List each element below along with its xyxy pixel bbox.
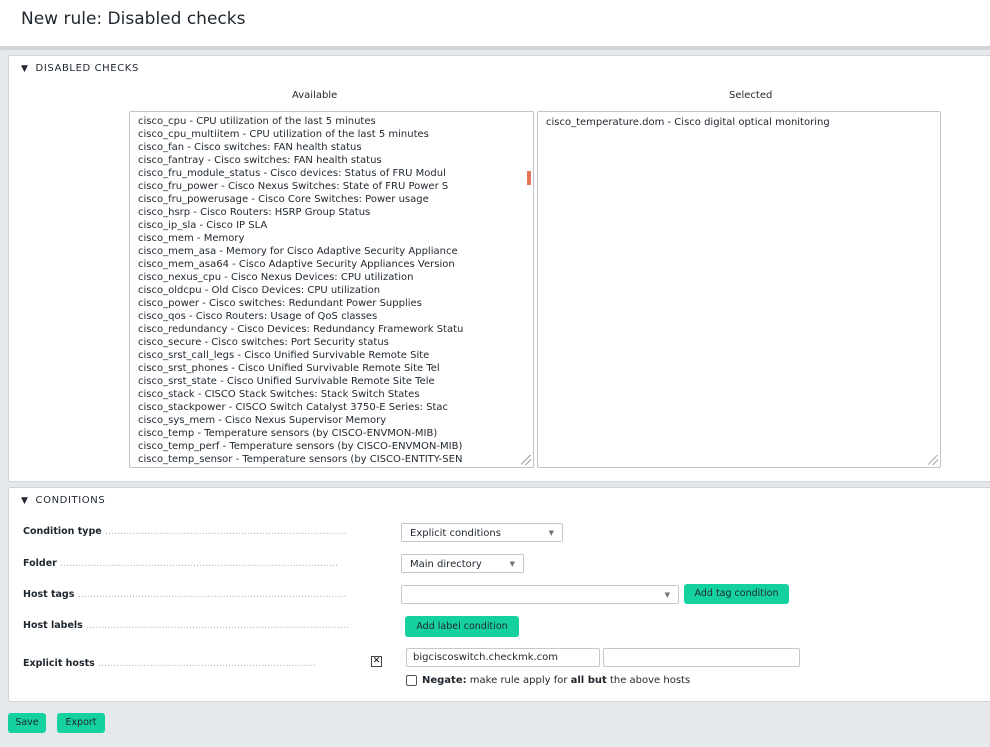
- condition-type-select[interactable]: Explicit conditions ▼: [401, 523, 563, 542]
- add-label-condition-button[interactable]: Add label condition: [405, 616, 519, 637]
- list-item[interactable]: cisco_qos - Cisco Routers: Usage of QoS …: [130, 310, 533, 323]
- chevron-down-icon: ▼: [548, 529, 554, 537]
- list-item[interactable]: cisco_fru_power - Cisco Nexus Switches: …: [130, 180, 533, 193]
- conditions-toggle[interactable]: ▼ CONDITIONS: [21, 495, 105, 506]
- chevron-down-icon: ▼: [509, 560, 515, 568]
- available-label: Available: [292, 90, 338, 101]
- list-item[interactable]: cisco_temp_perf - Temperature sensors (b…: [130, 440, 533, 453]
- list-item[interactable]: cisco_redundancy - Cisco Devices: Redund…: [130, 323, 533, 336]
- save-button[interactable]: Save: [8, 713, 46, 733]
- list-item[interactable]: cisco_srst_phones - Cisco Unified Surviv…: [130, 362, 533, 375]
- list-item[interactable]: cisco_mem_asa64 - Cisco Adaptive Securit…: [130, 258, 533, 271]
- list-item[interactable]: cisco_sys_mem - Cisco Nexus Supervisor M…: [130, 414, 533, 427]
- resize-handle-icon[interactable]: [928, 455, 938, 465]
- selected-checks-list[interactable]: cisco_temperature.dom - Cisco digital op…: [537, 111, 941, 468]
- host-tags-select[interactable]: ▼: [401, 585, 679, 604]
- disabled-checks-header: DISABLED CHECKS: [35, 63, 139, 74]
- collapse-triangle-icon: ▼: [21, 63, 29, 74]
- list-item[interactable]: cisco_srst_call_legs - Cisco Unified Sur…: [130, 349, 533, 362]
- folder-label: Folder .................................…: [23, 558, 338, 569]
- list-item[interactable]: cisco_cpu_multiitem - CPU utilization of…: [130, 128, 533, 141]
- list-item[interactable]: cisco_temp - Temperature sensors (by CIS…: [130, 427, 533, 440]
- list-item[interactable]: cisco_mem - Memory: [130, 232, 533, 245]
- chevron-down-icon: ▼: [664, 591, 670, 599]
- negate-label: Negate: make rule apply for all but the …: [422, 675, 691, 686]
- list-item[interactable]: cisco_secure - Cisco switches: Port Secu…: [130, 336, 533, 349]
- disabled-checks-toggle[interactable]: ▼ DISABLED CHECKS: [21, 63, 139, 74]
- host-tags-label: Host tags ..............................…: [23, 589, 347, 600]
- list-item[interactable]: cisco_cpu - CPU utilization of the last …: [130, 115, 533, 128]
- list-item[interactable]: cisco_stackpower - CISCO Switch Catalyst…: [130, 401, 533, 414]
- header-separator: [0, 47, 990, 50]
- negate-row: Negate: make rule apply for all but the …: [406, 675, 690, 686]
- explicit-host-input-1[interactable]: bigciscoswitch.checkmk.com: [406, 648, 600, 667]
- list-item[interactable]: cisco_power - Cisco switches: Redundant …: [130, 297, 533, 310]
- disabled-checks-section: ▼ DISABLED CHECKS Available Selected > <…: [8, 55, 990, 482]
- folder-select[interactable]: Main directory ▼: [401, 554, 524, 573]
- selected-label: Selected: [729, 90, 773, 101]
- add-tag-condition-button[interactable]: Add tag condition: [684, 584, 789, 604]
- resize-handle-icon[interactable]: [521, 455, 531, 465]
- list-item[interactable]: cisco_temperature.dom - Cisco digital op…: [538, 116, 940, 129]
- remove-host-icon[interactable]: ✕: [371, 656, 382, 667]
- negate-checkbox[interactable]: [406, 675, 417, 686]
- list-item[interactable]: cisco_fru_module_status - Cisco devices:…: [130, 167, 533, 180]
- scroll-marker: [527, 171, 531, 185]
- export-button[interactable]: Export: [57, 713, 105, 733]
- title-bar: New rule: Disabled checks: [0, 0, 990, 47]
- conditions-section: ▼ CONDITIONS Condition type ............…: [8, 487, 990, 702]
- list-item[interactable]: cisco_srst_state - Cisco Unified Surviva…: [130, 375, 533, 388]
- page-title: New rule: Disabled checks: [21, 9, 246, 29]
- list-item[interactable]: cisco_fantray - Cisco switches: FAN heal…: [130, 154, 533, 167]
- list-item[interactable]: cisco_fru_powerusage - Cisco Core Switch…: [130, 193, 533, 206]
- collapse-triangle-icon: ▼: [21, 495, 29, 506]
- list-item[interactable]: cisco_fan - Cisco switches: FAN health s…: [130, 141, 533, 154]
- available-checks-list[interactable]: cisco_cpu - CPU utilization of the last …: [129, 111, 534, 468]
- conditions-header: CONDITIONS: [35, 495, 106, 506]
- list-item[interactable]: cisco_oldcpu - Old Cisco Devices: CPU ut…: [130, 284, 533, 297]
- list-item[interactable]: cisco_stack - CISCO Stack Switches: Stac…: [130, 388, 533, 401]
- list-item[interactable]: cisco_hsrp - Cisco Routers: HSRP Group S…: [130, 206, 533, 219]
- list-item[interactable]: cisco_mem_asa - Memory for Cisco Adaptiv…: [130, 245, 533, 258]
- explicit-hosts-label: Explicit hosts .........................…: [23, 658, 316, 669]
- host-labels-label: Host labels ............................…: [23, 620, 349, 631]
- list-item[interactable]: cisco_nexus_cpu - Cisco Nexus Devices: C…: [130, 271, 533, 284]
- explicit-host-input-2[interactable]: [603, 648, 800, 667]
- list-item[interactable]: cisco_ip_sla - Cisco IP SLA: [130, 219, 533, 232]
- list-item[interactable]: cisco_temp_sensor - Temperature sensors …: [130, 453, 533, 466]
- condition-type-label: Condition type .........................…: [23, 526, 347, 537]
